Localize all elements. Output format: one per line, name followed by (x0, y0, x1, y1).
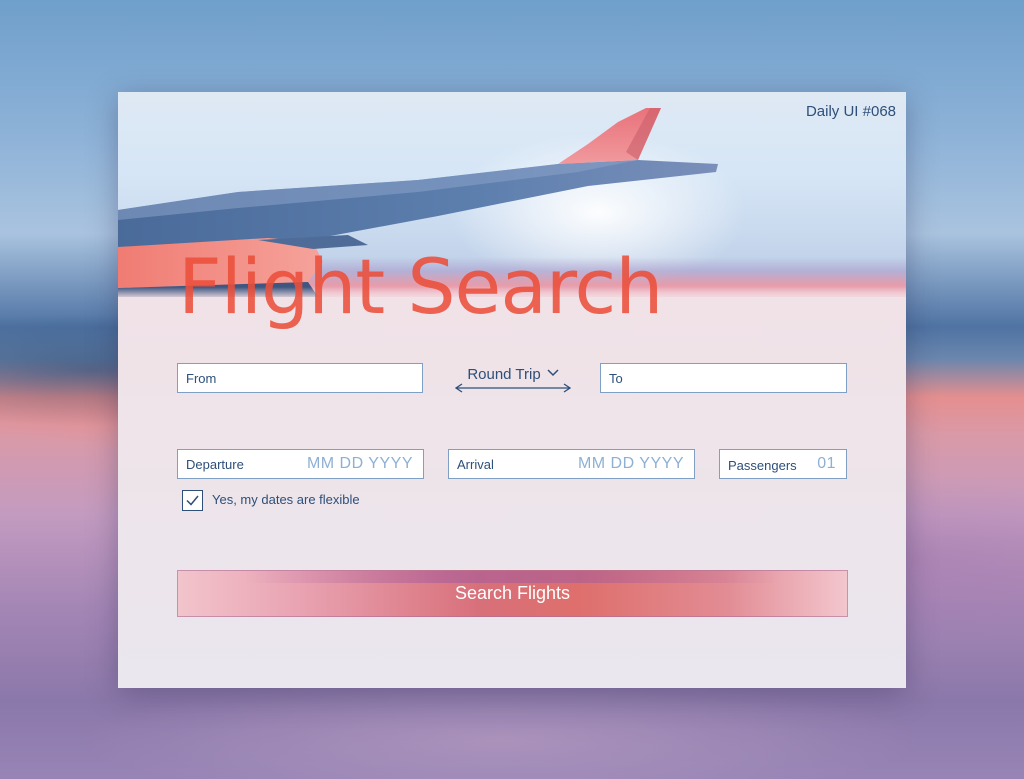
chevron-down-icon (547, 364, 559, 381)
flexible-dates-checkbox[interactable] (182, 490, 203, 511)
flight-search-card: Daily UI #068 Flight Search From Round T… (118, 92, 906, 688)
trip-type-dropdown[interactable]: Round Trip (454, 364, 572, 383)
to-label: To (609, 371, 623, 386)
passengers-label: Passengers (728, 458, 797, 473)
arrival-date-field[interactable]: Arrival MM DD YYYY (448, 449, 695, 479)
passengers-value: 01 (817, 455, 836, 472)
departure-date-field[interactable]: Departure MM DD YYYY (177, 449, 424, 479)
daily-ui-tag: Daily UI #068 (805, 103, 896, 120)
passengers-field[interactable]: Passengers 01 (719, 449, 847, 479)
to-field[interactable]: To (600, 363, 847, 393)
swap-arrows-icon[interactable] (454, 382, 572, 394)
from-label: From (186, 371, 217, 386)
search-flights-label: Search Flights (454, 583, 571, 603)
flexible-dates-label: Yes, my dates are flexible (212, 492, 360, 507)
arrival-label: Arrival (457, 457, 494, 472)
checkmark-icon (186, 495, 199, 506)
page-title: Flight Search (178, 242, 663, 331)
arrival-placeholder: MM DD YYYY (577, 455, 684, 472)
departure-label: Departure (186, 457, 244, 472)
search-flights-button[interactable]: Search Flights (177, 570, 848, 617)
trip-type-label: Round Trip (467, 366, 541, 383)
departure-placeholder: MM DD YYYY (306, 455, 413, 472)
from-field[interactable]: From (177, 363, 423, 393)
